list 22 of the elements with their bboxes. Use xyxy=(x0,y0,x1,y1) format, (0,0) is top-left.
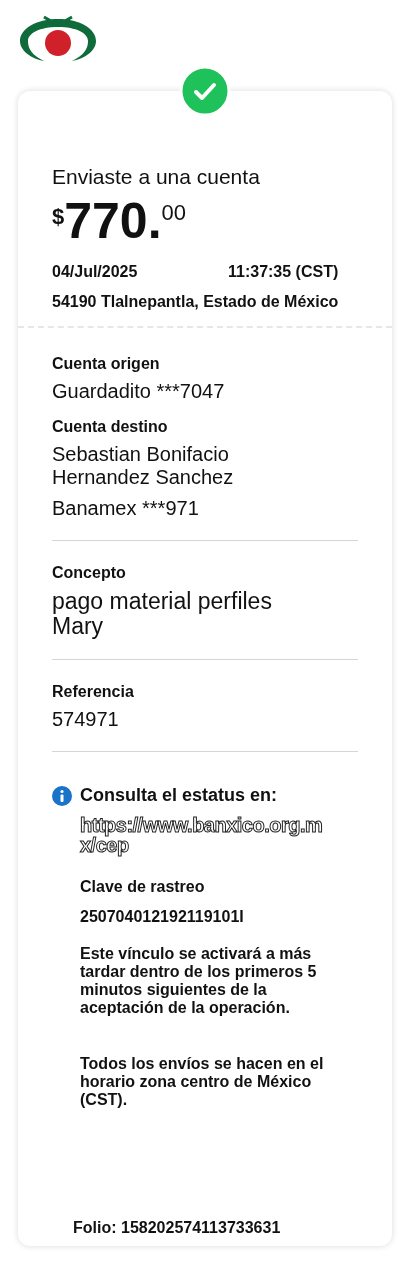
field-label: Referencia xyxy=(52,682,135,703)
field-value: Guardadito ***7047 xyxy=(52,380,226,404)
tracking-label: Clave de rastreo xyxy=(80,877,206,898)
location: 54190 Tlalnepantla, Estado de México xyxy=(52,292,340,313)
time: 11:37:35 (CST) xyxy=(228,262,339,283)
transfer-title: Enviaste a una cuenta xyxy=(52,164,261,190)
field-value: 574971 xyxy=(52,708,120,732)
folio-number: Folio: 158202574113733631 xyxy=(73,1218,281,1238)
field-value: Banamex ***971 xyxy=(52,497,200,521)
date: 04/Jul/2025 xyxy=(52,262,139,283)
field-label: Cuenta destino xyxy=(52,417,169,438)
field-value: pago material perfiles Mary xyxy=(52,589,273,640)
tracking-key: 250704012192119101I xyxy=(80,905,362,930)
info-icon xyxy=(52,785,72,806)
note-text: Este vínculo se activará a más tardar dentro de los primeros 5 minutos siguientes de la aceptación de la operación. xyxy=(80,945,318,1018)
field-label: Concepto xyxy=(52,563,127,584)
logo-icon xyxy=(18,15,98,63)
note-text: Todos los envíos se hacen en el horario zona centro de México (CST). xyxy=(80,1055,325,1110)
status-heading: Consulta el estatus en: xyxy=(80,784,278,808)
field-label: Cuenta origen xyxy=(52,354,161,375)
field-value: Sebastian Bonifacio Hernandez Sanchez xyxy=(52,443,235,490)
status-link[interactable]: https://www.banxico.org.mx/cep xyxy=(80,815,330,856)
